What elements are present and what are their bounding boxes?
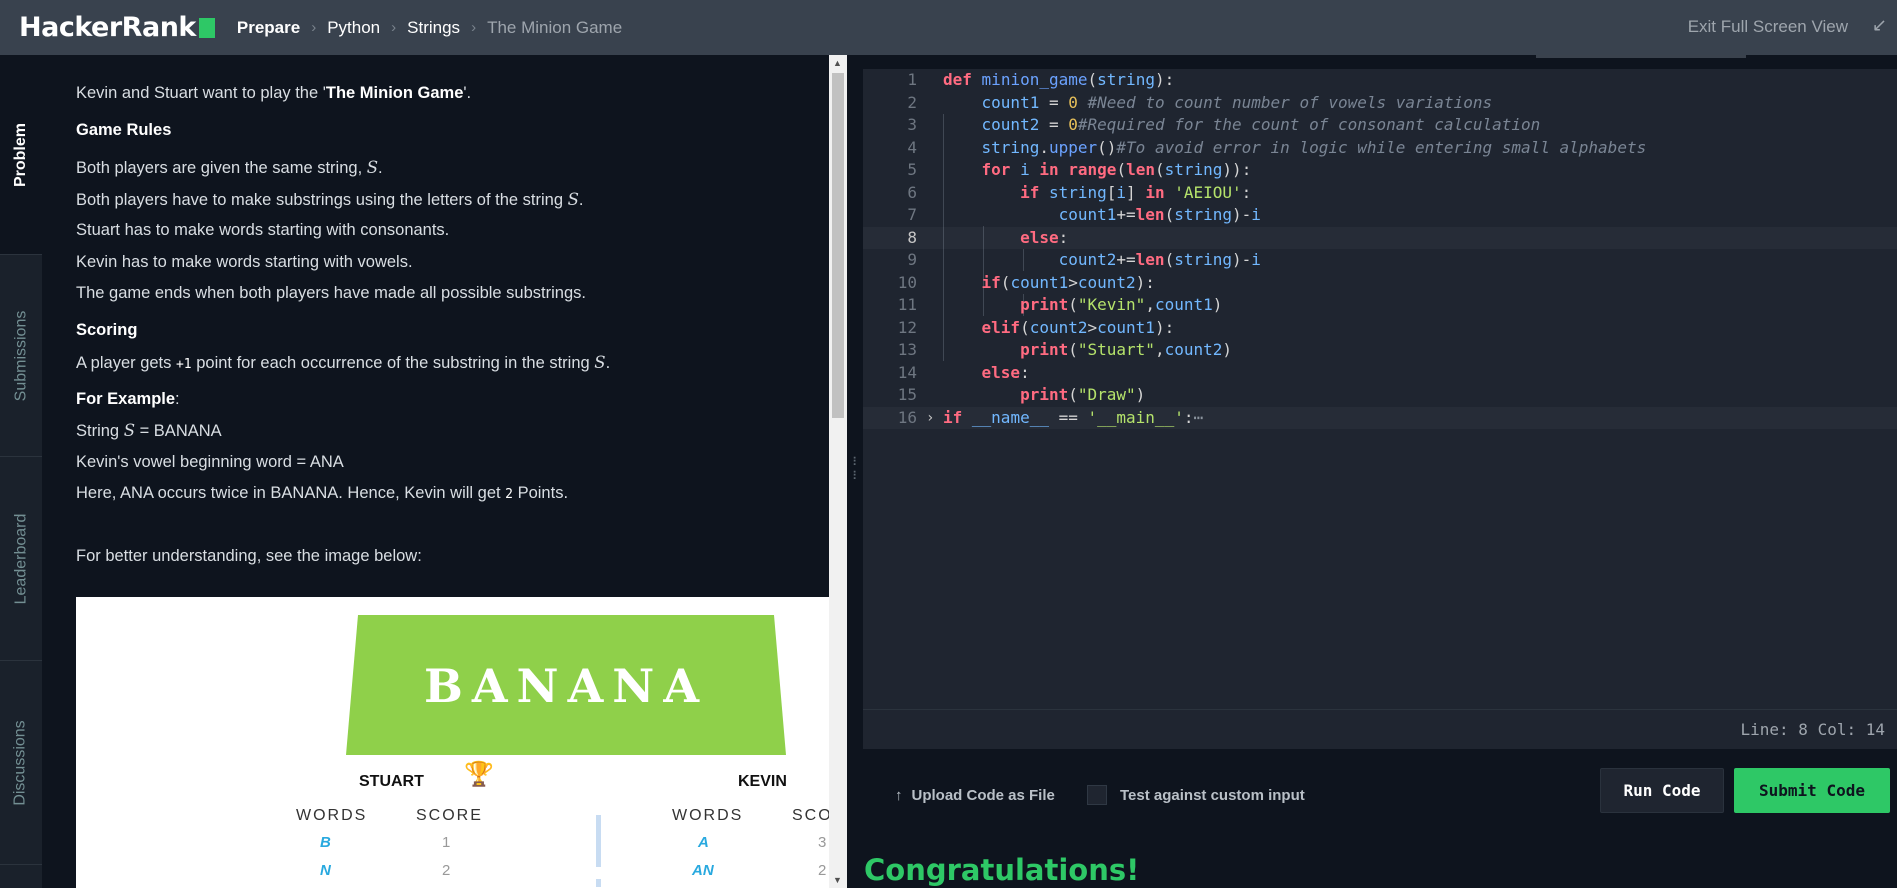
- logo-text: HackerRank: [19, 12, 196, 43]
- scroll-up-arrow-icon[interactable]: ▲: [833, 58, 842, 68]
- upload-code-button[interactable]: ↑ Upload Code as File: [895, 787, 1055, 804]
- code-line-2: 2 count1 = 0 #Need to count number of vo…: [907, 92, 1493, 112]
- exit-full-screen-link[interactable]: Exit Full Screen View: [1688, 17, 1848, 37]
- kevin-word-2: AN: [692, 862, 714, 879]
- stuart-score-header: SCORE: [416, 807, 483, 824]
- tab-discussions-label: Discussions: [12, 719, 30, 806]
- run-code-button[interactable]: Run Code: [1600, 768, 1724, 813]
- logo-block-icon: [198, 17, 215, 38]
- submit-code-button[interactable]: Submit Code: [1734, 768, 1890, 813]
- figure-divider: [596, 815, 601, 867]
- cursor-position: Line: 8 Col: 14: [1740, 720, 1886, 739]
- rule-4: Kevin has to make words starting with vo…: [76, 253, 413, 271]
- code-editor[interactable]: 1 def minion_game(string): 2 count1 = 0 #…: [863, 69, 1897, 709]
- hackerrank-logo[interactable]: HackerRank: [19, 12, 215, 43]
- collapse-icon[interactable]: ↙: [1872, 15, 1887, 36]
- stuart-score-1: 1: [442, 834, 451, 851]
- scoring-heading: Scoring: [76, 321, 138, 339]
- stuart-word-2: N: [320, 862, 331, 879]
- stuart-word-1: B: [320, 834, 331, 851]
- tab-submissions[interactable]: Submissions: [0, 255, 42, 457]
- tab-submissions-label: Submissions: [12, 310, 30, 401]
- example-image: BANANA STUART 🏆 KEVIN WORDS SCORE WORDS …: [76, 597, 829, 888]
- problem-title: The Minion Game: [325, 84, 464, 102]
- kevin-score-header: SCO: [792, 807, 829, 824]
- kevin-score-1: 3: [818, 834, 827, 851]
- scroll-thumb[interactable]: [832, 73, 844, 418]
- top-bar: HackerRank Prepare › Python › Strings › …: [0, 0, 1897, 55]
- congratulations-heading: Congratulations!: [864, 853, 1140, 887]
- kevin-words-header: WORDS: [672, 807, 744, 824]
- kevin-score-2: 2: [818, 862, 827, 879]
- rule-5: The game ends when both players have mad…: [76, 284, 586, 302]
- problem-scrollbar[interactable]: ▲ ▼: [829, 55, 847, 888]
- drag-handle-icon[interactable]: ⠇ ⠇: [852, 455, 861, 483]
- tab-problem-label: Problem: [12, 122, 30, 187]
- code-line-14: 14 else:: [897, 362, 1030, 382]
- code-line-7: 7 count1+=len(string)-i: [907, 205, 1261, 224]
- code-line-4: 4 string.upper()#To avoid error in logic…: [907, 137, 1647, 157]
- code-line-6: 6 if string[i] in 'AEIOU':: [907, 182, 1252, 202]
- breadcrumb-current: The Minion Game: [487, 17, 623, 37]
- code-line-3: 3 count2 = 0#Required for the count of c…: [907, 115, 1541, 134]
- chevron-right-icon: ›: [311, 19, 317, 36]
- kevin-label: KEVIN: [738, 773, 787, 790]
- trophy-icon: 🏆: [464, 761, 494, 788]
- code-line-12: 12 elif(count2>count1):: [897, 317, 1175, 337]
- code-line-8-current: 8 else:: [863, 227, 1897, 250]
- editor-panel: 1 def minion_game(string): 2 count1 = 0 #…: [863, 55, 1897, 888]
- figure-divider-dot: [596, 879, 601, 887]
- tab-problem[interactable]: Problem: [0, 55, 42, 255]
- breadcrumb: Prepare › Python › Strings › The Minion …: [237, 18, 622, 38]
- code-line-16: 16 › if __name__ == '__main__':⋯: [863, 407, 1897, 430]
- breadcrumb-python[interactable]: Python: [327, 18, 380, 38]
- better-understanding: For better understanding, see the image …: [76, 547, 422, 565]
- side-nav: Problem Submissions Leaderboard Discussi…: [0, 55, 42, 888]
- code-line-1: 1 def minion_game(string):: [907, 70, 1175, 89]
- rule-2: Both players have to make substrings usi…: [76, 190, 584, 209]
- tab-discussions[interactable]: Discussions: [0, 661, 42, 865]
- code-line-9: 9 count2+=len(string)-i: [907, 250, 1261, 269]
- kevin-word-1: A: [698, 834, 709, 851]
- tab-leaderboard[interactable]: Leaderboard: [0, 457, 42, 661]
- editor-actions: ↑ Upload Code as File Test against custo…: [863, 749, 1897, 849]
- stuart-score-2: 2: [442, 862, 451, 879]
- code-line-13: 13 print("Stuart",count2): [897, 340, 1233, 359]
- stuart-label: STUART: [359, 773, 424, 790]
- editor-top-strip: [1536, 55, 1746, 58]
- code-line-11: 11 print("Kevin",count1): [897, 295, 1223, 314]
- upload-label: Upload Code as File: [911, 787, 1055, 804]
- chevron-right-icon: ›: [471, 19, 477, 36]
- rules-heading: Game Rules: [76, 121, 172, 139]
- fold-chevron-icon[interactable]: ›: [926, 407, 934, 430]
- stuart-words-header: WORDS: [296, 807, 368, 824]
- tab-leaderboard-label: Leaderboard: [12, 513, 29, 604]
- rule-3: Stuart has to make words starting with c…: [76, 221, 450, 239]
- example-heading: For Example:: [76, 390, 180, 408]
- example-string: String S = BANANA: [76, 421, 222, 440]
- editor-status-bar: Line: 8 Col: 14: [863, 709, 1897, 749]
- scroll-down-arrow-icon[interactable]: ▼: [833, 875, 842, 885]
- rule-1: Both players are given the same string, …: [76, 158, 383, 177]
- example-here: Here, ANA occurs twice in BANANA. Hence,…: [76, 484, 569, 502]
- breadcrumb-strings[interactable]: Strings: [407, 18, 460, 38]
- split-pane-divider[interactable]: ⠇ ⠇: [847, 55, 863, 888]
- problem-panel: Kevin and Stuart want to play the 'The M…: [42, 55, 829, 888]
- code-line-5: 5 for i in range(len(string)):: [907, 160, 1252, 179]
- custom-input-checkbox[interactable]: [1087, 785, 1107, 805]
- upload-icon: ↑: [895, 787, 903, 804]
- custom-input-label[interactable]: Test against custom input: [1120, 787, 1305, 804]
- breadcrumb-prepare[interactable]: Prepare: [237, 18, 300, 38]
- chevron-right-icon: ›: [391, 19, 397, 36]
- scoring-text: A player gets +1 point for each occurren…: [76, 353, 611, 372]
- example-vowel: Kevin's vowel beginning word = ANA: [76, 453, 344, 471]
- code-line-15: 15 print("Draw"): [897, 385, 1146, 404]
- intro-text: Kevin and Stuart want to play the 'The M…: [76, 84, 472, 102]
- code-line-10: 10 if(count1>count2):: [897, 272, 1155, 292]
- banner-word: BANANA: [423, 659, 709, 713]
